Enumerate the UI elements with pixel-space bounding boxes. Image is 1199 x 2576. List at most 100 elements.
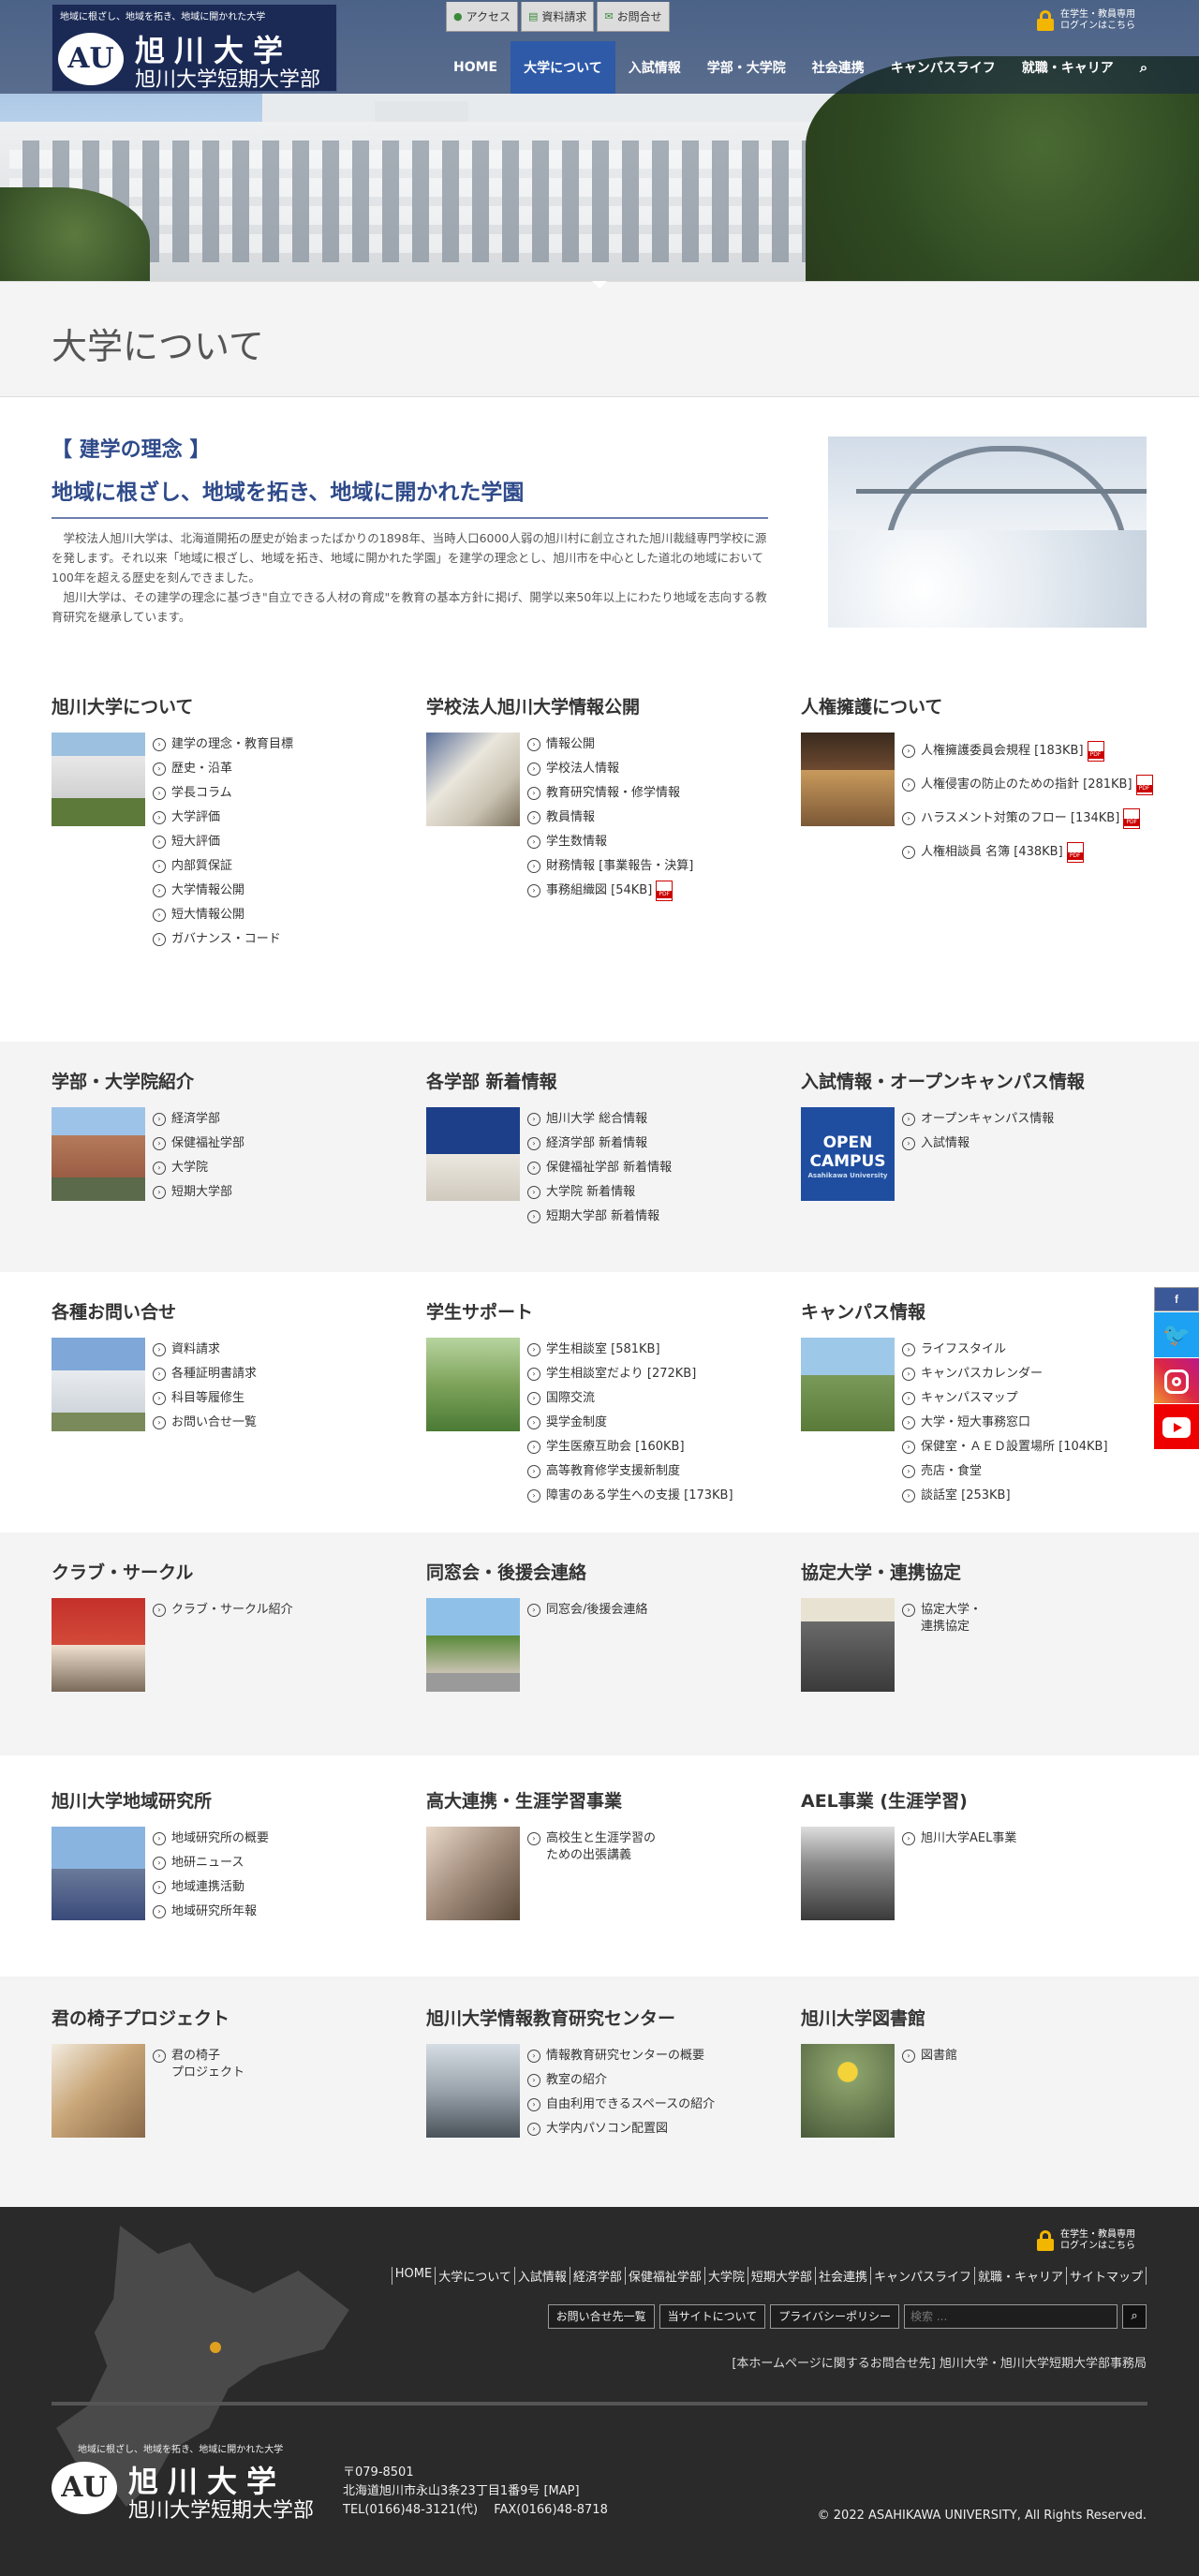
footer-nav-economics[interactable]: 経済学部 [569, 2267, 625, 2285]
list-item[interactable]: › 売店・食堂 [902, 1459, 1108, 1484]
footer-search-input[interactable] [904, 2304, 1118, 2329]
list-item[interactable]: › 資料請求 [153, 1338, 257, 1362]
list-item[interactable]: › 各種証明書請求 [153, 1362, 257, 1386]
list-item[interactable]: › 地域連携活動 [153, 1875, 269, 1900]
facebook-icon[interactable]: f [1154, 1287, 1199, 1311]
list-item[interactable]: › 教員情報 [527, 806, 693, 830]
list-item[interactable]: › 旭川大学 総合情報 [527, 1107, 672, 1132]
list-item[interactable]: › 大学・短大事務窓口 [902, 1411, 1108, 1435]
list-item[interactable]: › ハラスメント対策のフロー [134KB] [902, 802, 1153, 836]
footer-contact-text[interactable]: [本ホームページに関するお問合せ先] 旭川大学・旭川大学短期大学部事務局 [732, 2353, 1147, 2371]
search-icon[interactable]: ⌕ [1122, 2304, 1147, 2329]
footer-nav-home[interactable]: HOME [391, 2267, 435, 2285]
list-item[interactable]: › 図書館 [902, 2044, 957, 2068]
list-item[interactable]: › 障害のある学生への支援 [173KB] [527, 1484, 733, 1508]
list-item[interactable]: › 談話室 [253KB] [902, 1484, 1108, 1508]
list-item[interactable]: › 自由利用できるスペースの紹介 [527, 2093, 715, 2117]
list-item[interactable]: › お問い合せ一覧 [153, 1411, 257, 1435]
search-button[interactable]: ⌕ [1127, 41, 1161, 94]
menu-career[interactable]: 就職・キャリア [1009, 41, 1127, 94]
list-item[interactable]: › 保健福祉学部 新着情報 [527, 1156, 672, 1180]
footer-nav-sitemap[interactable]: サイトマップ [1065, 2267, 1147, 2285]
list-item[interactable]: › キャンパスマップ [902, 1386, 1108, 1411]
list-item[interactable]: › ガバナンス・コード [153, 927, 293, 952]
list-item[interactable]: › 建学の理念・教育目標 [153, 733, 293, 757]
list-item[interactable]: › 短期大学部 [153, 1180, 244, 1205]
menu-home[interactable]: HOME [440, 41, 511, 94]
list-item[interactable]: › 情報公開 [527, 733, 693, 757]
list-item[interactable]: › 人権侵害の防止のための指針 [281KB] [902, 768, 1153, 802]
list-item[interactable]: › 地研ニュース [153, 1851, 269, 1875]
menu-admissions[interactable]: 入試情報 [615, 41, 694, 94]
list-item[interactable]: › 学生医療互助会 [160KB] [527, 1435, 733, 1459]
instagram-icon[interactable] [1154, 1358, 1199, 1403]
menu-about[interactable]: 大学について [511, 41, 615, 94]
request-materials-link[interactable]: ▤ 資料請求 [521, 2, 595, 32]
list-item[interactable]: › 経済学部 新着情報 [527, 1132, 672, 1156]
list-item[interactable]: › 同窓会/後援会連絡 [527, 1598, 647, 1622]
list-item[interactable]: › 大学情報公開 [153, 879, 293, 903]
privacy-policy-button[interactable]: プライバシーポリシー [770, 2304, 899, 2329]
list-item[interactable]: › 人権擁護委員会規程 [183KB] [902, 734, 1153, 768]
list-item[interactable]: › 学生相談室 [581KB] [527, 1338, 733, 1362]
list-item[interactable]: › オープンキャンパス情報 [902, 1107, 1054, 1132]
list-item[interactable]: › クラブ・サークル紹介 [153, 1598, 293, 1622]
list-item[interactable]: › 高等教育修学支援新制度 [527, 1459, 733, 1484]
contact-link[interactable]: ✉ お問合せ [597, 2, 670, 32]
list-item[interactable]: › 保健室・ＡＥＤ設置場所 [104KB] [902, 1435, 1108, 1459]
site-logo[interactable]: 地域に根ざし、地域を拓き、地域に開かれた大学 AU 旭川大学 旭川大学短期大学部 [52, 4, 337, 92]
list-item[interactable]: › 学校法人情報 [527, 757, 693, 781]
footer-nav-community[interactable]: 社会連携 [814, 2267, 870, 2285]
list-item[interactable]: › キャンパスカレンダー [902, 1362, 1108, 1386]
footer-login-link[interactable]: 在学生・教員専用 ログインはこちら [1036, 2229, 1135, 2252]
list-item[interactable]: › 科目等履修生 [153, 1386, 257, 1411]
list-item[interactable]: › 君の椅子 プロジェクト [153, 2044, 244, 2081]
footer-logo[interactable]: 地域に根ざし、地域を拓き、地域に開かれた大学 AU 旭川大学 旭川大学短期大学部 [52, 2441, 314, 2523]
list-item[interactable]: › 大学評価 [153, 806, 293, 830]
footer-nav-campus-life[interactable]: キャンパスライフ [869, 2267, 974, 2285]
youtube-icon[interactable] [1154, 1404, 1199, 1449]
about-site-button[interactable]: 当サイトについて [659, 2304, 766, 2329]
list-item[interactable]: › 内部質保証 [153, 854, 293, 879]
list-item[interactable]: › ライフスタイル [902, 1338, 1108, 1362]
list-item[interactable]: › 事務組織図 [54KB] [527, 879, 693, 903]
list-item[interactable]: › 大学院 [153, 1156, 244, 1180]
list-item[interactable]: › 地域研究所の概要 [153, 1827, 269, 1851]
footer-nav-about[interactable]: 大学について [435, 2267, 514, 2285]
login-link[interactable]: 在学生・教員専用 ログインはこちら [1036, 9, 1135, 32]
list-item[interactable]: › 奨学金制度 [527, 1411, 733, 1435]
access-link[interactable]: ● アクセス [446, 2, 519, 32]
list-item[interactable]: › 地域研究所年報 [153, 1900, 269, 1924]
menu-faculties[interactable]: 学部・大学院 [694, 41, 799, 94]
list-item[interactable]: › 短期大学部 新着情報 [527, 1205, 672, 1229]
list-item[interactable]: › 短大評価 [153, 830, 293, 854]
menu-campus-life[interactable]: キャンパスライフ [878, 41, 1009, 94]
list-item[interactable]: › 学長コラム [153, 781, 293, 806]
list-item[interactable]: › 経済学部 [153, 1107, 244, 1132]
list-item[interactable]: › 大学内パソコン配置図 [527, 2117, 715, 2141]
footer-nav-admissions[interactable]: 入試情報 [513, 2267, 570, 2285]
list-item[interactable]: › 短大情報公開 [153, 903, 293, 927]
list-item[interactable]: › 歴史・沿革 [153, 757, 293, 781]
list-item[interactable]: › 協定大学・ 連携協定 [902, 1598, 982, 1636]
list-item[interactable]: › 入試情報 [902, 1132, 1054, 1156]
contacts-list-button[interactable]: お問い合せ先一覧 [547, 2304, 655, 2329]
list-item[interactable]: › 国際交流 [527, 1386, 733, 1411]
list-item[interactable]: › 情報教育研究センターの概要 [527, 2044, 715, 2068]
list-item[interactable]: › 高校生と生涯学習の ための出張講義 [527, 1827, 656, 1864]
list-item[interactable]: › 学生数情報 [527, 830, 693, 854]
menu-community[interactable]: 社会連携 [799, 41, 878, 94]
list-item[interactable]: › 旭川大学AEL事業 [902, 1827, 1016, 1851]
footer-nav-career[interactable]: 就職・キャリア [973, 2267, 1066, 2285]
list-item[interactable]: › 人権相談員 名簿 [438KB] [902, 836, 1153, 869]
list-item[interactable]: › 保健福祉学部 [153, 1132, 244, 1156]
footer-nav-health-welfare[interactable]: 保健福祉学部 [624, 2267, 704, 2285]
footer-nav-junior-college[interactable]: 短期大学部 [747, 2267, 815, 2285]
list-item[interactable]: › 教育研究情報・修学情報 [527, 781, 693, 806]
list-item[interactable]: › 学生相談室だより [272KB] [527, 1362, 733, 1386]
list-item[interactable]: › 財務情報 [事業報告・決算] [527, 854, 693, 879]
open-campus-thumb[interactable]: OPEN CAMPUS Asahikawa University [801, 1107, 895, 1201]
list-item[interactable]: › 大学院 新着情報 [527, 1180, 672, 1205]
list-item[interactable]: › 教室の紹介 [527, 2068, 715, 2093]
twitter-icon[interactable]: 🐦 [1154, 1312, 1199, 1357]
